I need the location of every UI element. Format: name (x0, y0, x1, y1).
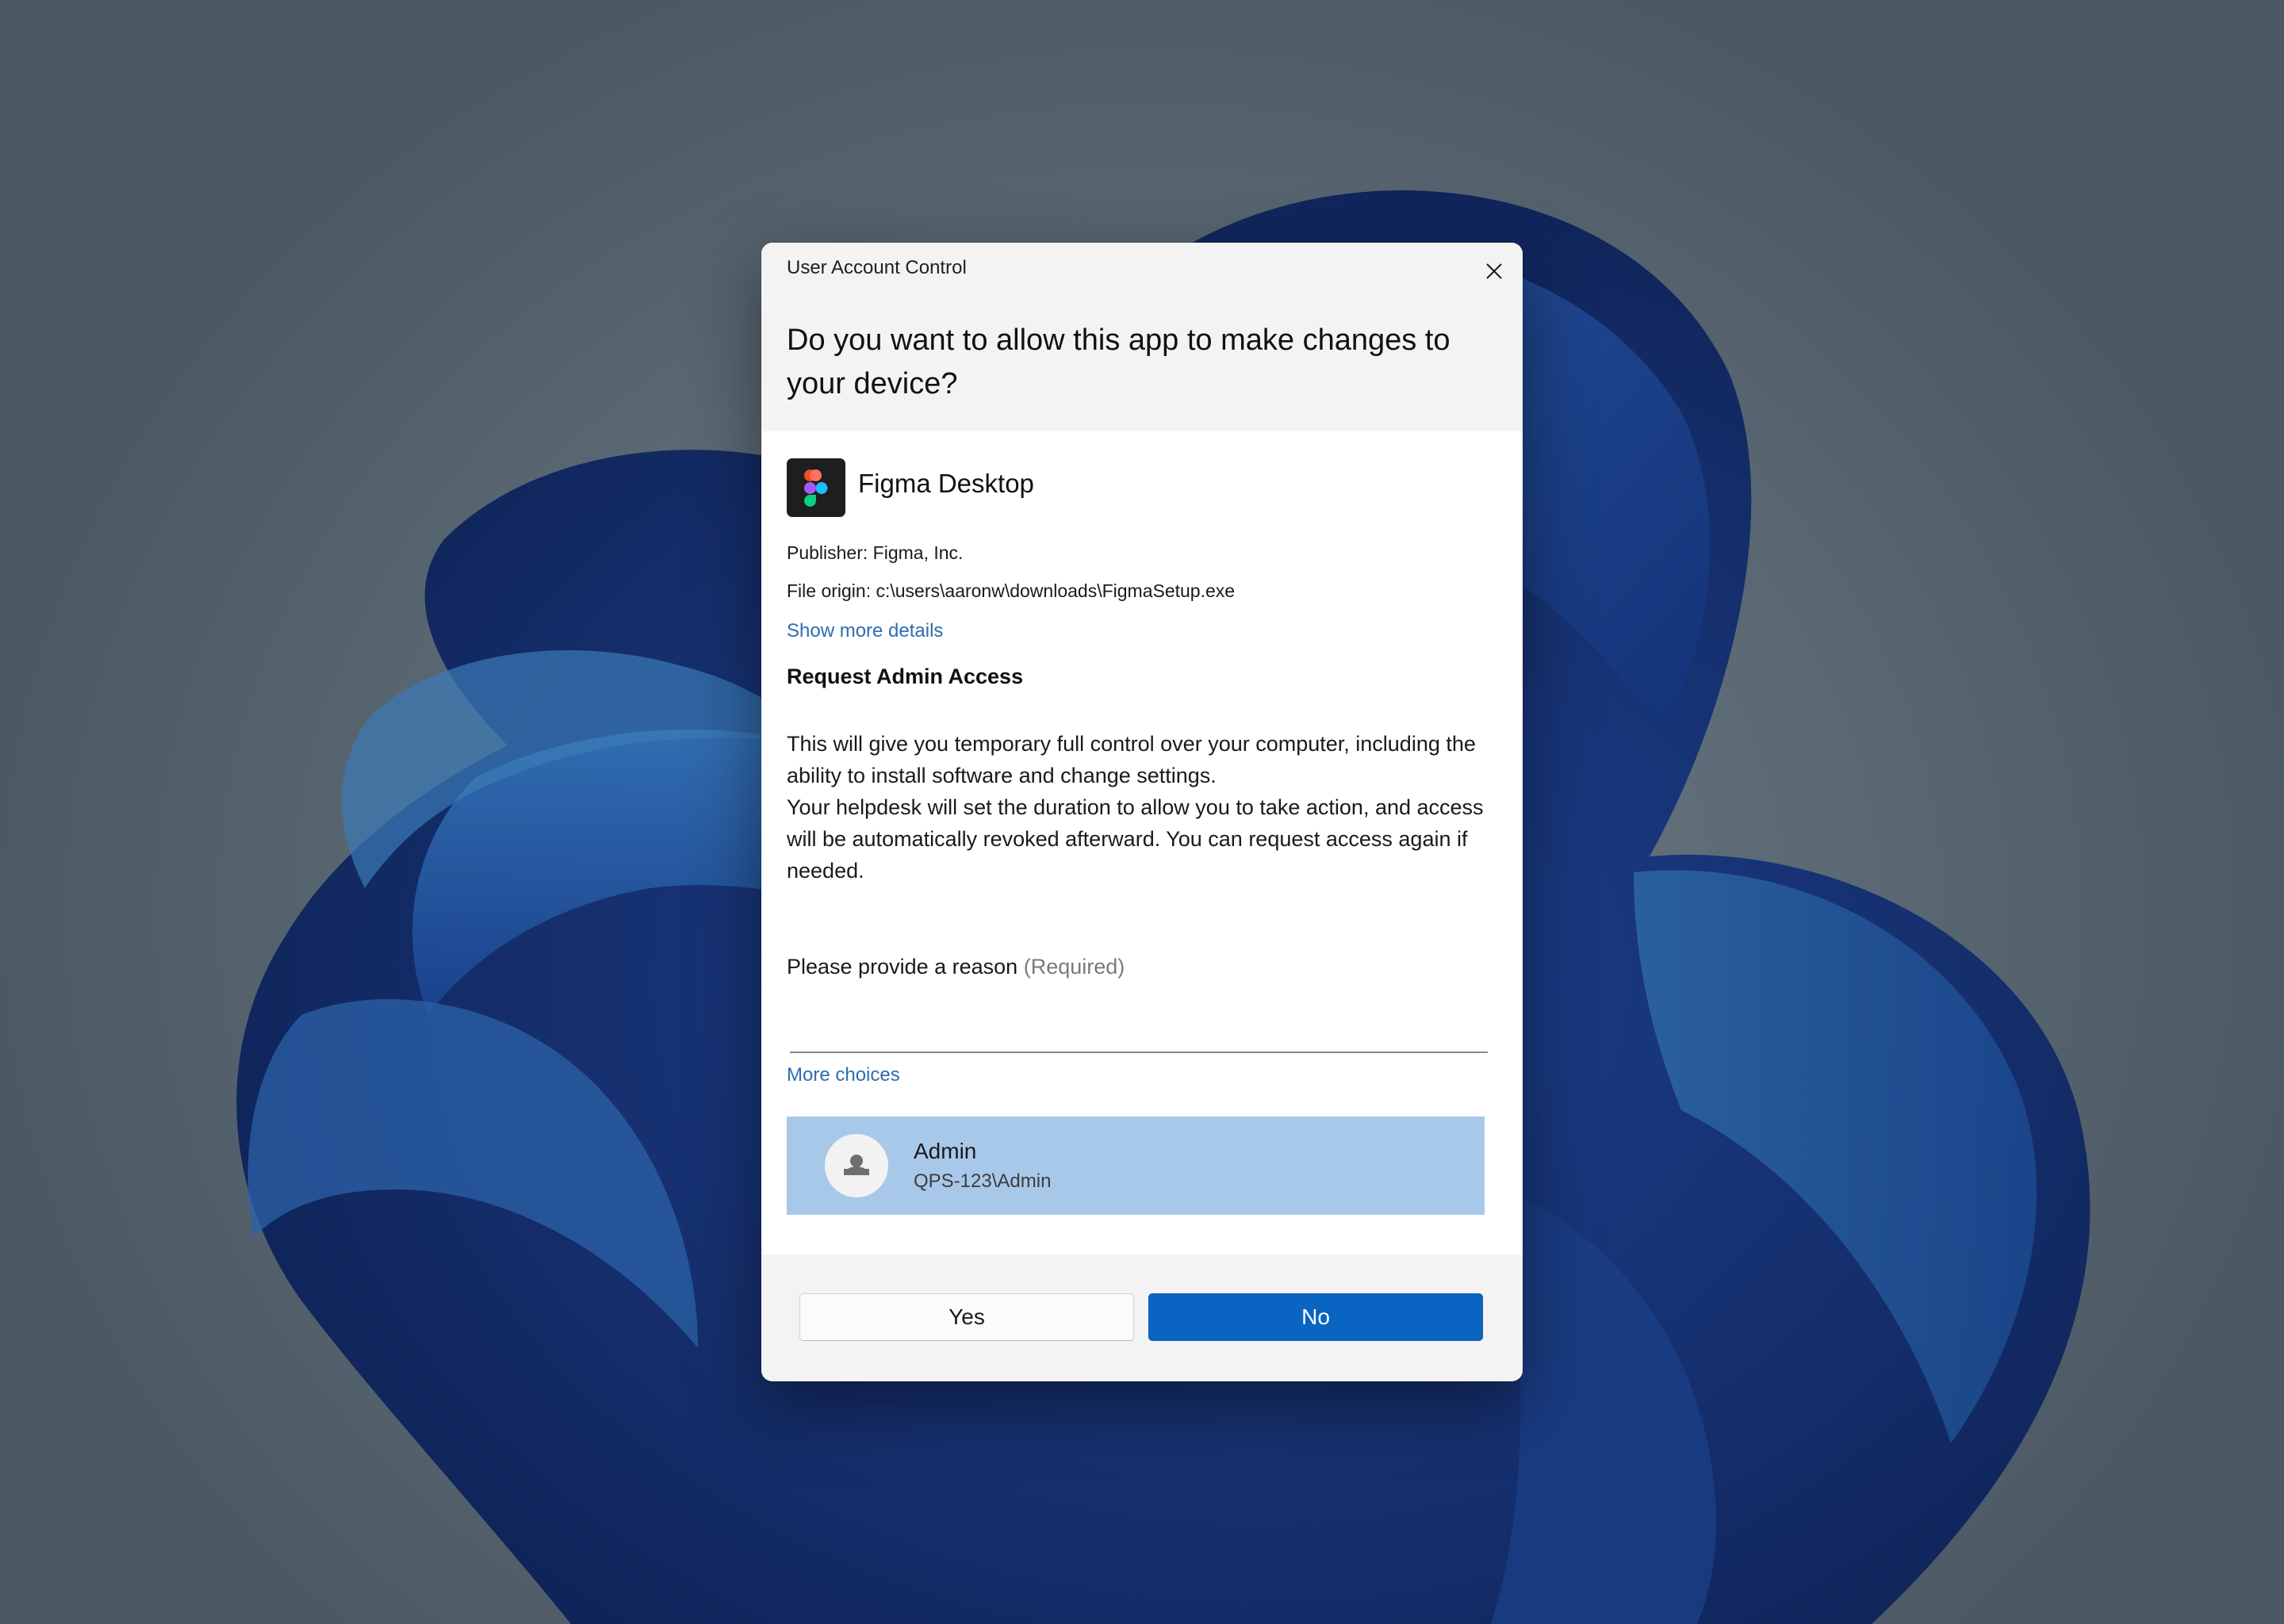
reason-label-text: Please provide a reason (787, 955, 1018, 979)
account-name: Admin (914, 1139, 977, 1163)
paragraph-helpdesk-duration: Your helpdesk will set the duration to a… (787, 795, 1484, 883)
figma-logo-icon (787, 458, 845, 517)
app-name: Figma Desktop (858, 469, 1034, 498)
account-domain: QPS-123\Admin (914, 1170, 1052, 1192)
reason-required-text: (Required) (1023, 955, 1125, 979)
account-tile-admin[interactable]: Admin QPS-123\Admin (787, 1116, 1485, 1215)
dialog-footer: Yes No (761, 1254, 1523, 1381)
file-origin-text: File origin: c:\users\aaronw\downloads\F… (787, 580, 1236, 601)
dialog-question: Do you want to allow this app to make ch… (787, 324, 1450, 400)
show-more-details-link[interactable]: Show more details (787, 620, 943, 642)
publisher-text: Publisher: Figma, Inc. (787, 542, 964, 563)
yes-button[interactable]: Yes (799, 1293, 1134, 1341)
reason-input-text[interactable] (790, 1020, 1488, 1053)
reason-label: Please provide a reason (Required) (787, 955, 1125, 979)
person-icon (825, 1134, 888, 1197)
uac-dialog: User Account Control Do you want to allo… (761, 243, 1523, 1381)
section-title: Request Admin Access (787, 665, 1024, 688)
no-button[interactable]: No (1148, 1293, 1483, 1341)
paragraph-admin-access: This will give you temporary full contro… (787, 732, 1476, 787)
dialog-header: User Account Control Do you want to allo… (761, 243, 1523, 431)
close-icon (1486, 263, 1502, 279)
more-choices-link[interactable]: More choices (787, 1064, 900, 1086)
dialog-caption: User Account Control (787, 257, 967, 278)
close-button[interactable] (1475, 252, 1513, 290)
